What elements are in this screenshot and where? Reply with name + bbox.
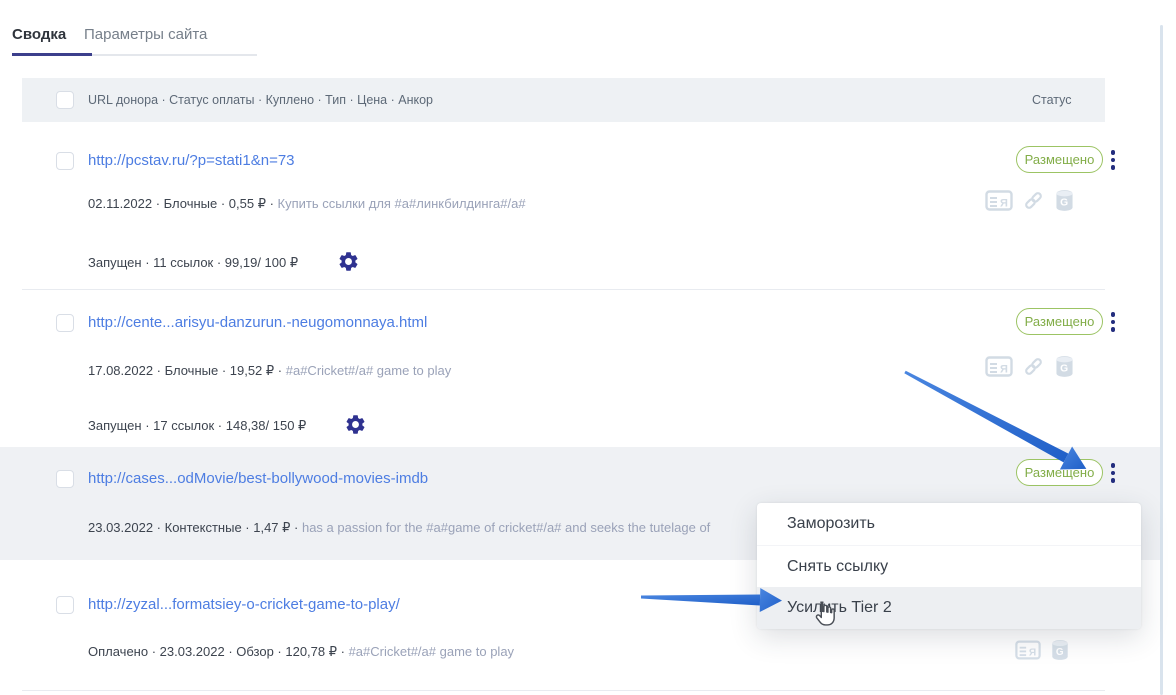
yandex-index-icon: Я (985, 356, 1013, 382)
tab-site-parameters[interactable]: Параметры сайта (84, 26, 207, 43)
google-cache-icon: G (1050, 639, 1070, 666)
svg-text:Я: Я (1000, 198, 1008, 210)
hand-pointer-icon (812, 600, 837, 632)
campaign-progress: Запущен · 17 ссылок · 148,38/ 150 ₽ (88, 418, 307, 433)
row-meta-line: 02.11.2022 · Блочные · 0,55 ₽ · Купить с… (88, 196, 526, 212)
row-meta-line: Оплачено · 23.03.2022 · Обзор · 120,78 ₽… (88, 644, 514, 660)
row-indicator-icons: Я G (985, 189, 1075, 217)
link-icon (1022, 355, 1045, 383)
donor-url-link[interactable]: http://cases...odMovie/best-bollywood-mo… (88, 470, 428, 487)
row-indicator-icons: Я G (1015, 639, 1070, 666)
row-checkbox[interactable] (56, 470, 74, 488)
row-meta: 17.08.2022 · Блочные · 19,52 ₽ · (88, 363, 286, 378)
kebab-menu-button[interactable] (1106, 460, 1120, 486)
columns-header-label: URL донора · Статус оплаты · Куплено · Т… (88, 93, 433, 107)
row-anchor-text: Купить ссылки для #a#линкбилдинга#/a# (277, 196, 526, 211)
kebab-menu-button[interactable] (1106, 309, 1120, 335)
row-meta: 02.11.2022 · Блочные · 0,55 ₽ · (88, 196, 278, 211)
row-anchor-text: has a passion for the #a#game of cricket… (301, 520, 711, 535)
gear-icon[interactable] (337, 250, 360, 278)
status-badge: Размещено (1016, 146, 1103, 173)
svg-text:G: G (1060, 364, 1068, 375)
status-badge: Размещено (1016, 308, 1103, 335)
row-meta-line: 23.03.2022 · Контекстные · 1,47 ₽ · has … (88, 520, 710, 536)
link-icon (1022, 189, 1045, 217)
page-root: Сводка Параметры сайта URL донора · Стат… (0, 0, 1176, 695)
row-checkbox[interactable] (56, 314, 74, 332)
row-divider (22, 690, 1105, 691)
row-meta: Оплачено · 23.03.2022 · Обзор · 120,78 ₽… (88, 644, 349, 659)
campaign-progress: Запущен · 11 ссылок · 99,19/ 100 ₽ (88, 255, 299, 270)
row-anchor-text: #a#Cricket#/a# game to play (285, 363, 452, 378)
yandex-index-icon: Я (985, 190, 1013, 216)
tab-underline-active (12, 53, 92, 56)
row-meta-line: 17.08.2022 · Блочные · 19,52 ₽ · #a#Cric… (88, 363, 451, 379)
row-anchor-text: #a#Cricket#/a# game to play (348, 644, 515, 659)
status-header-label: Статус (1032, 93, 1072, 107)
vertical-scrollbar[interactable] (1160, 25, 1163, 695)
google-cache-icon: G (1054, 355, 1075, 383)
row-checkbox[interactable] (56, 152, 74, 170)
yandex-index-icon: Я (1015, 640, 1041, 665)
row-checkbox[interactable] (56, 596, 74, 614)
select-all-checkbox[interactable] (56, 91, 74, 109)
menu-item-remove-link[interactable]: Снять ссылку (757, 545, 1141, 587)
menu-item-freeze[interactable]: Заморозить (757, 503, 1141, 545)
gear-icon[interactable] (344, 413, 367, 441)
status-badge: Размещено (1016, 459, 1103, 486)
row-indicator-icons: Я G (985, 355, 1075, 383)
row-divider (22, 289, 1105, 290)
tab-summary[interactable]: Сводка (12, 26, 66, 43)
donor-url-link[interactable]: http://pcstav.ru/?p=stati1&n=73 (88, 152, 295, 169)
svg-text:Я: Я (1029, 648, 1036, 659)
svg-text:Я: Я (1000, 364, 1008, 376)
donor-url-link[interactable]: http://cente...arisyu-danzurun.-neugomon… (88, 314, 427, 331)
svg-text:G: G (1060, 198, 1068, 209)
kebab-menu-button[interactable] (1106, 147, 1120, 173)
row-meta: 23.03.2022 · Контекстные · 1,47 ₽ · (88, 520, 302, 535)
svg-text:G: G (1056, 647, 1064, 658)
donor-url-link[interactable]: http://zyzal...formatsiey-o-cricket-game… (88, 596, 400, 613)
google-cache-icon: G (1054, 189, 1075, 217)
table-header: URL донора · Статус оплаты · Куплено · Т… (22, 78, 1105, 122)
